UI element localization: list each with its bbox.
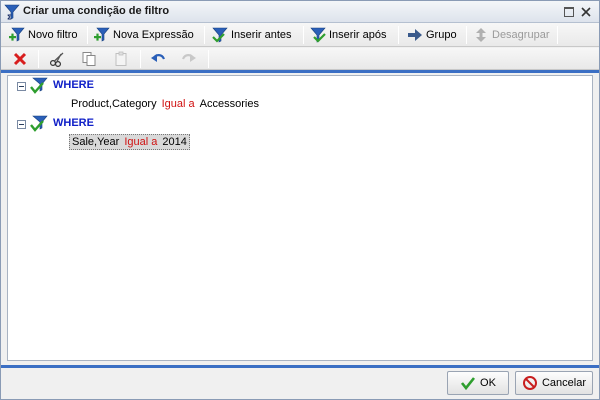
- new-expression-label: Nova Expressão: [113, 29, 194, 41]
- cancel-button[interactable]: Cancelar: [515, 371, 593, 395]
- ok-label: OK: [480, 377, 496, 389]
- main-toolbar: Novo filtro Nova Expressão Inserir antes: [1, 23, 599, 47]
- group-label: Grupo: [426, 29, 457, 41]
- cancel-label: Cancelar: [541, 377, 587, 389]
- delete-button[interactable]: [12, 51, 28, 67]
- no-sign-icon: [522, 376, 537, 390]
- group-button[interactable]: Grupo: [407, 26, 457, 44]
- filter-insert-before-icon: [212, 27, 228, 43]
- condition-item-selected[interactable]: Sale,Year Igual a 2014: [69, 134, 190, 150]
- where-keyword[interactable]: WHERE: [53, 79, 94, 91]
- collapse-toggle[interactable]: [17, 120, 26, 129]
- toolbar-separator: [303, 26, 304, 44]
- window-title: Criar uma condição de filtro: [23, 5, 170, 17]
- filter-sigma-icon: Σ: [4, 4, 20, 22]
- new-filter-label: Novo filtro: [28, 29, 78, 41]
- edit-toolbar: [1, 48, 599, 70]
- close-button[interactable]: [581, 7, 591, 17]
- insert-before-button[interactable]: Inserir antes: [212, 26, 292, 44]
- condition-item[interactable]: Product,Category Igual a Accessories: [69, 96, 261, 112]
- filter-tree: WHERE Product,Category Igual a Accessori…: [7, 75, 593, 361]
- undo-icon: [151, 54, 166, 62]
- where-keyword[interactable]: WHERE: [53, 117, 94, 129]
- arrow-right-icon: [408, 29, 422, 41]
- filter-dialog: Σ Criar uma condição de filtro Novo filt…: [0, 0, 600, 400]
- toolbar-separator: [557, 26, 558, 44]
- insert-before-label: Inserir antes: [231, 29, 292, 41]
- toolbar-separator: [208, 50, 209, 68]
- where-filter-icon: [30, 77, 48, 95]
- title-bar: Σ Criar uma condição de filtro: [1, 1, 599, 23]
- new-filter-button[interactable]: Novo filtro: [9, 26, 78, 44]
- ungroup-label: Desagrupar: [492, 29, 550, 41]
- undo-button[interactable]: [150, 51, 166, 67]
- paste-icon: [115, 51, 127, 66]
- paste-button[interactable]: [113, 51, 129, 67]
- condition-value[interactable]: Accessories: [200, 98, 259, 110]
- svg-text:Σ: Σ: [7, 14, 12, 21]
- ok-button[interactable]: OK: [447, 371, 509, 395]
- toolbar-separator: [38, 50, 39, 68]
- toolbar-accent-line: [1, 70, 599, 73]
- insert-after-button[interactable]: Inserir após: [310, 26, 386, 44]
- insert-after-label: Inserir após: [329, 29, 387, 41]
- scissors-icon: [49, 52, 64, 68]
- redo-icon: [181, 54, 196, 62]
- cut-button[interactable]: [49, 51, 65, 68]
- filter-insert-after-icon: [310, 27, 326, 43]
- footer-accent-line: [1, 365, 599, 368]
- copy-button[interactable]: [81, 51, 97, 67]
- check-icon: [461, 377, 476, 391]
- collapse-toggle[interactable]: [17, 82, 26, 91]
- red-x-icon: [13, 52, 27, 66]
- toolbar-separator: [398, 26, 399, 44]
- ungroup-button[interactable]: Desagrupar: [473, 26, 549, 44]
- toolbar-separator: [204, 26, 205, 44]
- filter-plus-icon: [94, 27, 110, 42]
- redo-button[interactable]: [181, 51, 197, 67]
- filter-plus-icon: [9, 27, 25, 42]
- condition-operator[interactable]: Igual a: [124, 136, 157, 148]
- condition-value[interactable]: 2014: [162, 136, 186, 148]
- close-icon: [581, 7, 591, 17]
- maximize-button[interactable]: [564, 7, 574, 17]
- arrow-up-down-icon: [476, 28, 486, 42]
- copy-icon: [82, 52, 96, 66]
- new-expression-button[interactable]: Nova Expressão: [94, 26, 194, 44]
- condition-operator[interactable]: Igual a: [162, 98, 195, 110]
- toolbar-separator: [466, 26, 467, 44]
- toolbar-separator: [87, 26, 88, 44]
- toolbar-separator: [140, 50, 141, 68]
- condition-field[interactable]: Product,Category: [71, 98, 157, 110]
- where-filter-icon: [30, 115, 48, 133]
- condition-field[interactable]: Sale,Year: [72, 136, 119, 148]
